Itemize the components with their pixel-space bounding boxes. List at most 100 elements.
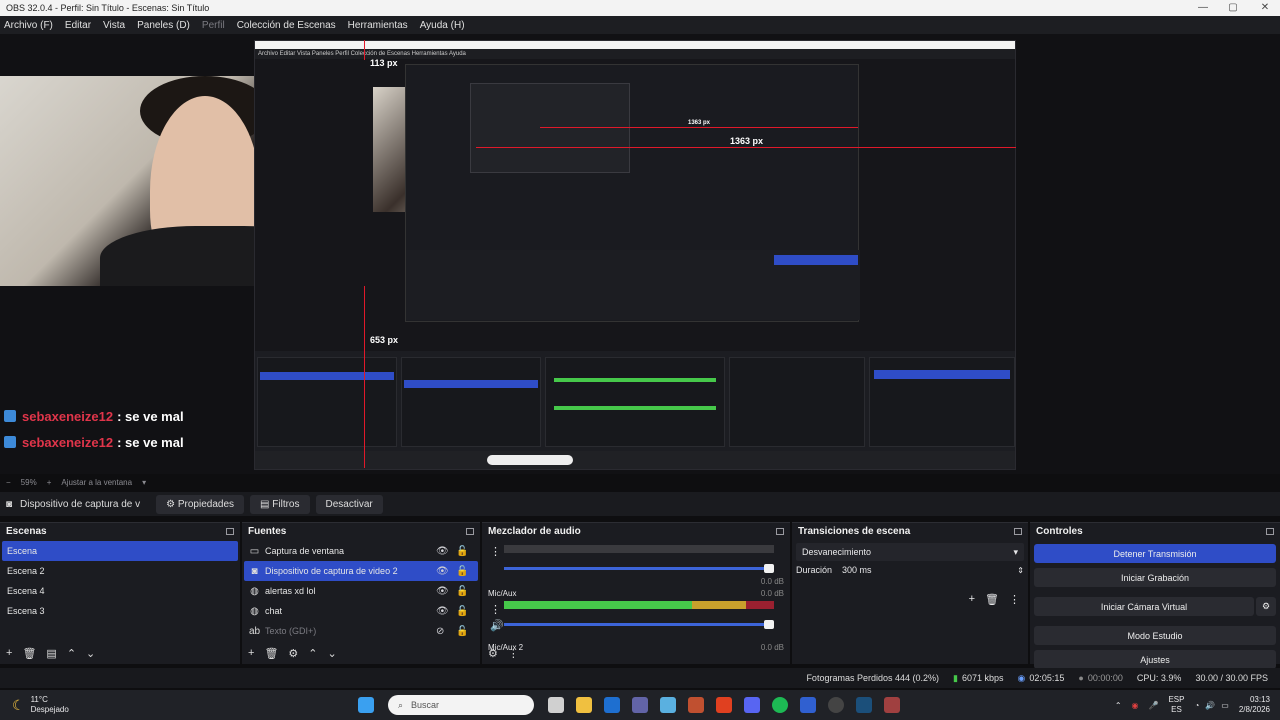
menu-help[interactable]: Ayuda (H) [420,20,465,31]
volume-icon[interactable]: 🔊 [1205,701,1215,710]
outlook-icon[interactable] [604,697,620,713]
calendar-icon[interactable] [688,697,704,713]
scenes-title: Escenas [6,525,47,537]
preview-canvas[interactable]: Archivo Editar Vista Paneles Perfil Cole… [0,34,1280,474]
spotify-icon[interactable] [772,697,788,713]
lock-icon[interactable]: 🔓 [456,546,468,557]
brave-icon[interactable] [716,697,732,713]
lock-icon[interactable]: 🔓 [456,606,468,617]
settings-button[interactable]: Ajustes [1034,650,1276,669]
channel-menu-icon[interactable]: ⋮ [490,545,501,558]
undock-icon[interactable] [1266,527,1274,535]
spinner-icon[interactable]: ⇕ [1017,566,1024,575]
source-item[interactable]: ◍ chat 👁 🔓 [244,601,478,621]
folder-icon[interactable] [576,697,592,713]
taskview-icon[interactable] [548,697,564,713]
undock-icon[interactable] [226,527,234,535]
minimize-button[interactable]: — [1188,0,1218,16]
studio-mode-button[interactable]: Modo Estudio [1034,626,1276,645]
start-virtual-camera-button[interactable]: Iniciar Cámara Virtual [1034,597,1254,616]
chevron-down-icon[interactable]: ⌄ [328,647,337,660]
close-button[interactable]: ✕ [1250,0,1280,16]
speaker-icon[interactable]: 🔊 [490,619,504,632]
menu-edit[interactable]: Editar [65,20,91,31]
filters-button[interactable]: ▤ Filtros [250,494,310,514]
start-recording-button[interactable]: Iniciar Grabación [1034,568,1276,587]
mic-icon[interactable]: 🎤 [1149,701,1159,710]
discord-icon[interactable] [744,697,760,713]
scene-label: Escena 4 [7,586,45,596]
eye-icon[interactable]: 👁 [436,586,449,597]
source-item[interactable]: ◙ Dispositivo de captura de video 2 👁 🔓 [244,561,478,581]
start-icon[interactable] [358,697,374,713]
game-icon[interactable] [884,697,900,713]
weather-widget[interactable]: ☾ 11°C Despejado [12,695,352,715]
gear-icon[interactable]: ⚙ [488,647,498,660]
stop-streaming-button[interactable]: Detener Transmisión [1034,544,1276,563]
volume-slider[interactable] [504,564,774,573]
virtual-camera-settings-button[interactable]: ⚙ [1256,597,1276,616]
menu-view[interactable]: Vista [103,20,125,31]
more-icon[interactable]: ⋮ [1009,593,1020,606]
menu-profile[interactable]: Perfil [202,20,225,31]
duration-input[interactable]: 300 ms [842,565,1017,575]
up-icon[interactable]: ⌃ [308,647,317,660]
zoom-in-button[interactable]: + [47,478,52,487]
lock-icon[interactable]: 🔓 [456,626,468,637]
copilot-icon[interactable] [660,697,676,713]
zoom-out-button[interactable]: − [6,478,11,487]
menu-file[interactable]: Archivo (F) [4,20,53,31]
taskbar-search[interactable]: ⌕ Buscar [388,695,534,715]
menu-tools[interactable]: Herramientas [348,20,408,31]
volume-slider[interactable] [504,620,774,629]
zoom-fit-select[interactable]: Ajustar a la ventana [61,478,132,487]
app-icon[interactable] [800,697,816,713]
obs-icon[interactable] [828,697,844,713]
trash-icon[interactable]: 🗑 [985,593,999,606]
source-item[interactable]: ▭ Captura de ventana 👁 🔓 [244,541,478,561]
transition-select[interactable]: Desvanecimiento ▾ [796,543,1024,561]
sources-dock: Fuentes ▭ Captura de ventana 👁 🔓 ◙ Dispositi… [242,522,480,664]
deactivate-button[interactable]: Desactivar [315,494,383,514]
channel-db: 0.0 dB [760,643,784,652]
chevron-up-icon[interactable]: ⌃ [1115,701,1122,710]
scene-item[interactable]: Escena 3 [2,601,238,621]
scene-item[interactable]: Escena 4 [2,581,238,601]
teams-icon[interactable] [632,697,648,713]
more-icon[interactable]: ⋮ [508,647,519,660]
slider-knob[interactable] [764,564,774,573]
trash-icon[interactable]: 🗑 [22,647,36,660]
undock-icon[interactable] [776,527,784,535]
eye-hidden-icon[interactable]: ⊘ [436,626,444,637]
add-icon[interactable]: + [969,593,975,606]
eye-icon[interactable]: 👁 [436,606,449,617]
wifi-icon[interactable]: ◔ [1194,701,1199,710]
up-icon[interactable]: ⌃ [67,647,76,660]
source-item[interactable]: ab Texto (GDI+) ⊘ 🔓 [244,621,478,641]
filter-icon[interactable]: ▤ [46,647,56,660]
battery-icon[interactable]: ▭ [1221,701,1229,710]
gear-icon[interactable]: ⚙ [288,647,298,660]
trash-icon[interactable]: 🗑 [264,647,278,660]
chevron-down-icon[interactable]: ▾ [142,478,146,487]
undock-icon[interactable] [466,527,474,535]
maximize-button[interactable]: ▢ [1218,0,1248,16]
properties-button[interactable]: ⚙ Propiedades [156,494,245,514]
steam-icon[interactable] [856,697,872,713]
eye-icon[interactable]: 👁 [436,566,449,577]
source-item[interactable]: ◍ alertas xd lol 👁 🔓 [244,581,478,601]
chevron-down-icon[interactable]: ⌄ [86,647,95,660]
channel-menu-icon[interactable]: ⋮ [490,603,501,616]
undock-icon[interactable] [1014,527,1022,535]
menu-scene-collection[interactable]: Colección de Escenas [237,20,336,31]
scene-item[interactable]: Escena [2,541,238,561]
add-icon[interactable]: + [6,647,12,660]
lock-icon[interactable]: 🔓 [456,566,468,577]
lock-icon[interactable]: 🔓 [456,586,468,597]
slider-knob[interactable] [764,620,774,629]
scene-item[interactable]: Escena 2 [2,561,238,581]
tray-icon[interactable]: ◉ [1132,701,1139,710]
eye-icon[interactable]: 👁 [436,546,449,557]
add-icon[interactable]: + [248,647,254,660]
menu-docks[interactable]: Paneles (D) [137,20,190,31]
